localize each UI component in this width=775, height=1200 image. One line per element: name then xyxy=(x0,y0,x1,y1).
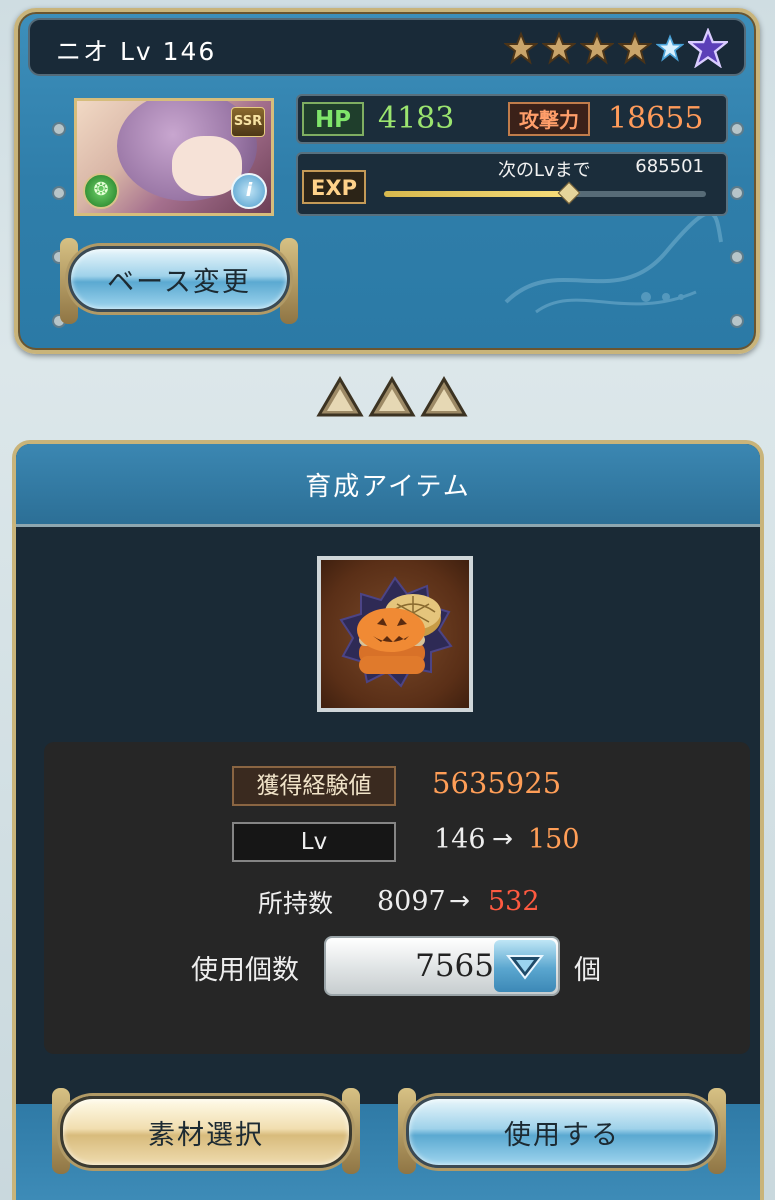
material-select-button[interactable]: 素材選択 xyxy=(52,1088,360,1174)
exp-box: EXP 次のLvまで 685501 xyxy=(296,152,728,216)
exp-gain-value: 5635925 xyxy=(432,766,562,800)
ssr-badge: SSR xyxy=(231,107,265,137)
training-item-panel: 育成アイテム 獲得経験値 5635925 Lv 146 → 150 所持数 80… xyxy=(12,440,764,1200)
rivet xyxy=(54,188,64,198)
hp-value: 4183 xyxy=(378,101,455,136)
exp-progress-fill xyxy=(384,191,568,197)
star-icon-filled xyxy=(618,31,652,65)
base-change-button[interactable]: ベース変更 xyxy=(60,238,298,324)
rivet xyxy=(732,188,742,198)
item-panel-header: 育成アイテム xyxy=(16,444,760,527)
exp-progress-bar xyxy=(384,181,706,205)
rivet xyxy=(732,316,742,326)
character-panel: ニオ Lv 146 SSR ❂ i ベース変更 HP 4183 攻撃力 1865… xyxy=(14,8,760,354)
item-panel-title: 育成アイテム xyxy=(305,472,471,502)
attack-value: 18655 xyxy=(608,101,704,136)
exp-label: EXP xyxy=(302,170,366,204)
star-icon-blue xyxy=(656,34,684,62)
use-button[interactable]: 使用する xyxy=(398,1088,726,1174)
info-icon[interactable]: i xyxy=(231,173,267,209)
attack-label: 攻撃力 xyxy=(508,102,590,136)
star-icon-filled xyxy=(504,31,538,65)
use-count-label: 使用個数 xyxy=(191,955,299,986)
rivet xyxy=(54,124,64,134)
star-icon-filled xyxy=(580,31,614,65)
next-level-label: 次のLvまで xyxy=(498,160,591,181)
level-to-value: 150 xyxy=(528,824,580,855)
rivet xyxy=(732,252,742,262)
item-info-card: 獲得経験値 5635925 Lv 146 → 150 所持数 8097 → 53… xyxy=(44,742,750,1054)
section-divider xyxy=(316,376,468,418)
hp-label: HP xyxy=(302,102,364,136)
halloween-cookie-item-icon[interactable] xyxy=(317,556,473,712)
owned-arrow: → xyxy=(449,886,470,915)
use-count-select[interactable]: 7565 xyxy=(324,936,560,996)
base-change-label: ベース変更 xyxy=(107,266,251,298)
use-count-unit: 個 xyxy=(574,955,601,986)
star-rating xyxy=(504,28,728,68)
use-button-label: 使用する xyxy=(504,1119,620,1151)
star-icon-purple xyxy=(688,28,728,68)
exp-progress-marker xyxy=(557,181,580,205)
character-title-bar: ニオ Lv 146 xyxy=(28,18,746,76)
character-name-level: ニオ Lv 146 xyxy=(56,37,217,66)
star-icon-filled xyxy=(542,31,576,65)
character-portrait[interactable]: SSR ❂ i xyxy=(74,98,274,216)
owned-from-value: 8097 xyxy=(377,886,446,917)
owned-to-value: 532 xyxy=(488,886,540,917)
stats-box: HP 4183 攻撃力 18655 xyxy=(296,94,728,144)
triangle-ornament-icon xyxy=(368,376,416,417)
material-select-label: 素材選択 xyxy=(148,1119,264,1151)
exp-gain-label: 獲得経験値 xyxy=(232,766,396,806)
chevron-down-icon xyxy=(505,955,545,980)
dropdown-button[interactable] xyxy=(494,940,556,992)
rivet xyxy=(732,124,742,134)
owned-count-label: 所持数 xyxy=(258,889,334,918)
level-arrow: → xyxy=(492,824,513,853)
use-count-value: 7565 xyxy=(415,948,494,984)
triangle-ornament-icon xyxy=(316,376,364,417)
level-from-value: 146 xyxy=(434,824,486,855)
triangle-ornament-icon xyxy=(420,376,468,417)
next-level-value: 685501 xyxy=(635,156,704,177)
level-label: Lv xyxy=(232,822,396,862)
wind-element-icon: ❂ xyxy=(83,173,119,209)
